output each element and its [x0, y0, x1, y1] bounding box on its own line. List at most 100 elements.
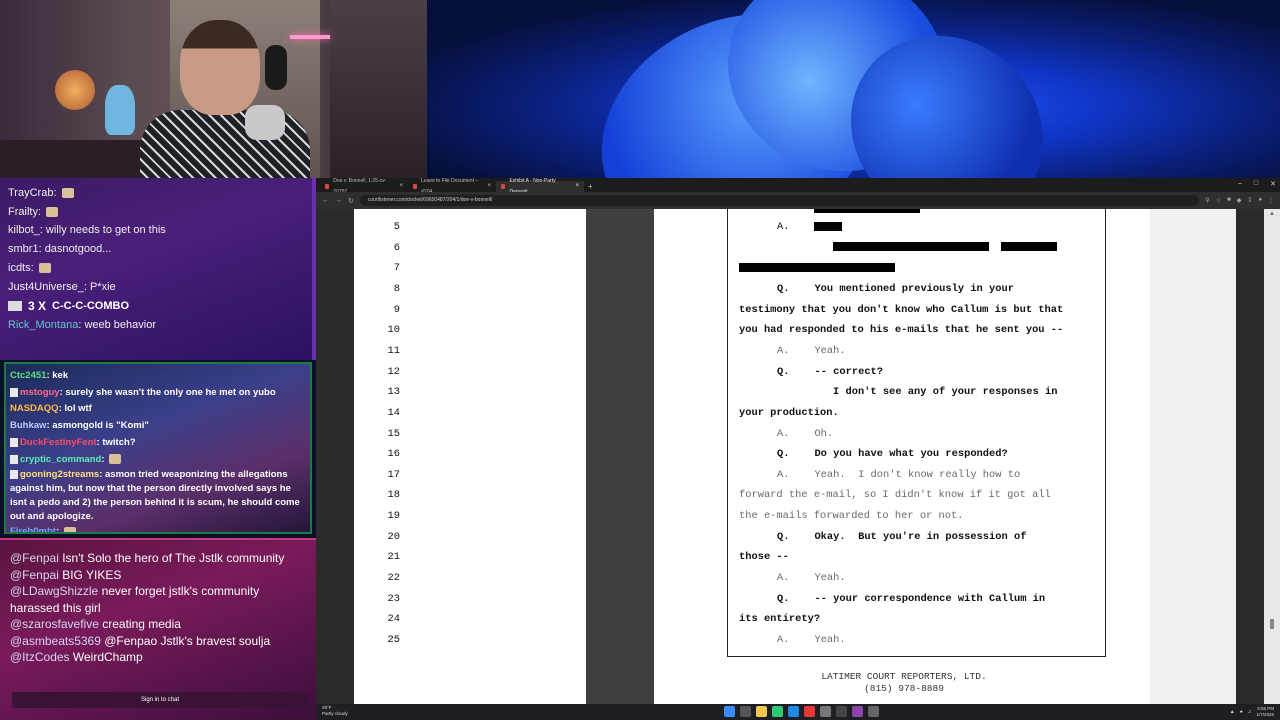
chrome-icon[interactable]	[804, 706, 815, 717]
profile-icon[interactable]: ●	[1258, 197, 1262, 204]
chat-username: NASDAQQ	[10, 403, 59, 415]
line-number: 8	[393, 282, 400, 295]
badge-icon	[10, 470, 18, 480]
chat-message: kilbot_: willy needs to get on this	[8, 224, 166, 237]
chat-text: kek	[52, 370, 69, 381]
line-number: 18	[387, 489, 400, 502]
chat-username: @szarosfavefive	[10, 617, 99, 631]
browser-tab[interactable]: Exhibit A - Non-Party Depositi...×	[496, 178, 584, 195]
new-tab-button[interactable]: +	[584, 181, 597, 192]
chat-message: Fireb0mbt:	[10, 524, 306, 534]
line-number: 21	[387, 551, 400, 564]
chat-text: lol wtf	[64, 403, 92, 415]
chat-message: @asmbeats5369 @Fenpao Jstlk's bravest so…	[10, 633, 306, 650]
emote-icon	[63, 526, 76, 532]
chat-overlay: TrayCrab: Frailty: kilbot_: willy needs …	[0, 178, 316, 720]
badge-icon	[10, 387, 18, 397]
chat-text: BIG YIKES	[62, 567, 122, 582]
sign-in-to-chat-button[interactable]: Sign in to chat	[12, 692, 308, 708]
edge-icon[interactable]	[788, 706, 799, 717]
line-number: 14	[387, 406, 400, 419]
chat-text: surely she wasn't the only one he met on…	[65, 386, 276, 398]
chat-username: Just4Universe_	[8, 280, 84, 293]
transcript-border	[727, 209, 1106, 657]
taskbar: 29°F Partly cloudy ▲ ● ♫ 6:55 PM 1/7/202…	[316, 704, 1280, 720]
chat-text: twitch?	[102, 436, 136, 448]
settings-icon[interactable]	[820, 706, 831, 717]
twitch-icon[interactable]	[852, 706, 863, 717]
chat-username: cryptic_command	[20, 453, 102, 465]
chat-username: @ItzCodes	[10, 650, 70, 664]
folder-icon[interactable]: ■	[1227, 197, 1231, 204]
chat-username: Fireb0mbt	[10, 526, 56, 534]
chat-message: smbr1: dasnotgood...	[8, 243, 112, 256]
chat-message: TrayCrab:	[8, 184, 304, 203]
chat-panel-middle: Ctc2451: kek mstoguy: surely she wasn't t…	[4, 362, 312, 534]
close-icon[interactable]: ✕	[1270, 180, 1276, 188]
search-icon[interactable]	[740, 706, 751, 717]
address-bar-row: ← → ↻ courtlistener.com/docket/69650487/…	[316, 192, 1280, 209]
favicon-icon	[501, 184, 506, 189]
chat-username: @asmbeats5369	[10, 633, 101, 648]
tab-close-icon[interactable]: ×	[487, 181, 491, 192]
forward-icon[interactable]: →	[335, 197, 342, 204]
badge-icon	[10, 454, 18, 464]
menu-icon[interactable]: ⋮	[1268, 197, 1274, 204]
tray-icon[interactable]: ▲	[1230, 709, 1235, 715]
maximize-icon[interactable]: □	[1254, 180, 1258, 188]
chat-message: @Fenpai Isn't Solo the hero of The Jstlk…	[10, 550, 306, 567]
line-number: 20	[387, 530, 400, 543]
scrollbar[interactable]: ▲	[1264, 209, 1280, 704]
url-input[interactable]: courtlistener.com/docket/69650487/204/1/…	[359, 195, 1200, 206]
line-number: 25	[387, 634, 400, 646]
file-explorer-icon[interactable]	[756, 706, 767, 717]
chat-text: WeirdChamp	[72, 650, 143, 664]
bookmark-star-icon[interactable]: ☆	[1216, 197, 1221, 204]
chat-message: Buhkaw: asmongold is "Komi"	[10, 420, 149, 432]
chat-username: kilbot_	[8, 224, 40, 237]
line-number: 24	[387, 613, 400, 626]
streamer-head	[180, 20, 260, 115]
volume-icon[interactable]: ♫	[1248, 709, 1252, 715]
chat-text: asmongold is "Komi"	[52, 420, 149, 432]
minimize-icon[interactable]: –	[1238, 180, 1242, 188]
desktop-wallpaper	[427, 0, 1280, 178]
network-icon[interactable]: ●	[1240, 709, 1243, 715]
spotify-icon[interactable]	[772, 706, 783, 717]
weather-widget[interactable]: 29°F Partly cloudy	[322, 705, 348, 717]
favicon-icon	[413, 184, 418, 189]
screen: TrayCrab: Frailty: kilbot_: willy needs …	[0, 0, 1280, 720]
download-icon[interactable]: ↧	[1247, 197, 1252, 204]
tab-close-icon[interactable]: ×	[399, 181, 403, 192]
browser-tab[interactable]: Leave to File Document – #204 ...×	[408, 178, 496, 195]
favicon-icon	[325, 184, 330, 189]
tab-close-icon[interactable]: ×	[575, 181, 579, 192]
app-icon[interactable]	[868, 706, 879, 717]
microphone	[245, 105, 285, 140]
browser-tab[interactable]: Doe v. Bonnell, 1:25-cv-20757 ...×	[320, 178, 408, 195]
reload-icon[interactable]: ↻	[348, 197, 354, 205]
system-tray: ▲ ● ♫ 6:55 PM 1/7/2026	[1230, 706, 1274, 718]
app-icon[interactable]	[836, 706, 847, 717]
back-icon[interactable]: ←	[322, 197, 329, 204]
chat-username: mstoguy	[20, 386, 60, 398]
emote-icon	[61, 188, 74, 199]
scrollbar-thumb[interactable]	[1270, 619, 1274, 629]
scroll-up-icon[interactable]: ▲	[1269, 211, 1275, 217]
line-number: 22	[387, 572, 400, 585]
extension-icon[interactable]: ◆	[1237, 197, 1242, 204]
line-number: 10	[387, 324, 400, 337]
clock[interactable]: 6:55 PM 1/7/2026	[1256, 706, 1274, 718]
chat-message: cryptic_command:	[10, 452, 306, 469]
chat-text: Isn't Solo the hero of The Jstlk communi…	[62, 551, 285, 565]
zoom-icon[interactable]: ⚲	[1205, 197, 1209, 204]
badge-icon	[10, 437, 18, 447]
tab-bar: Doe v. Bonnell, 1:25-cv-20757 ...×Leave …	[316, 178, 1280, 195]
chat-message: @Fenpai BIG YIKES	[10, 567, 306, 584]
chat-text: @Fenpao Jstlk's bravest soulja	[104, 633, 271, 648]
chat-panel-bottom: @Fenpai Isn't Solo the hero of The Jstlk…	[0, 538, 316, 720]
start-icon[interactable]	[724, 706, 735, 717]
webcam-feed	[0, 0, 427, 180]
emote-icon	[109, 454, 122, 464]
emote-combo: 3 X C-C-C-COMBO	[8, 296, 304, 316]
